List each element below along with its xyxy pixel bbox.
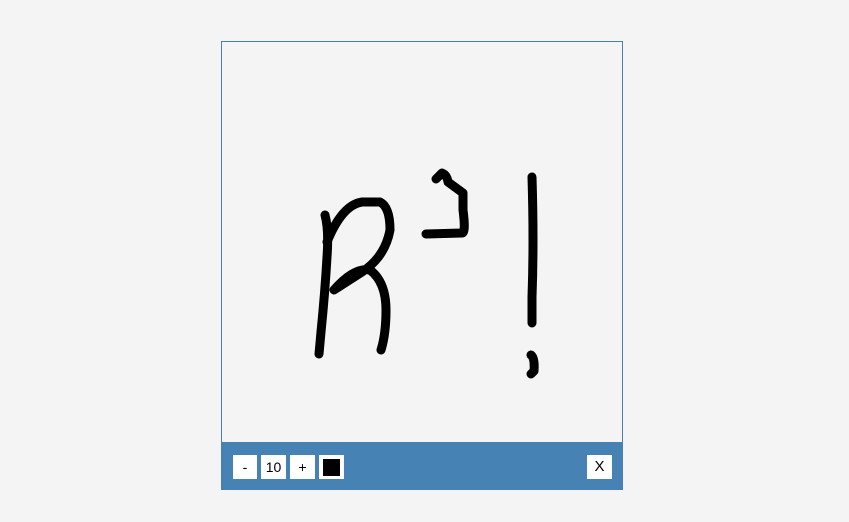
handwritten-stroke-superscript-3 bbox=[421, 168, 469, 239]
color-swatch bbox=[323, 458, 340, 476]
drawing-surface[interactable] bbox=[222, 42, 622, 442]
close-button[interactable]: X bbox=[587, 455, 612, 479]
handwritten-stroke-exclamation-line bbox=[527, 172, 538, 328]
handwritten-stroke-exclamation-dot bbox=[526, 350, 539, 379]
decrease-brush-size-button[interactable]: - bbox=[233, 455, 257, 479]
handwritten-stroke-r-bowl bbox=[322, 197, 395, 355]
brush-color-button[interactable] bbox=[319, 455, 344, 479]
brush-size-value: 10 bbox=[261, 455, 286, 479]
increase-brush-size-button[interactable]: + bbox=[290, 455, 315, 479]
drawing-toolbar: - 10 + X bbox=[222, 442, 622, 489]
drawing-canvas[interactable] bbox=[222, 42, 622, 442]
drawing-panel: - 10 + X bbox=[221, 41, 623, 490]
